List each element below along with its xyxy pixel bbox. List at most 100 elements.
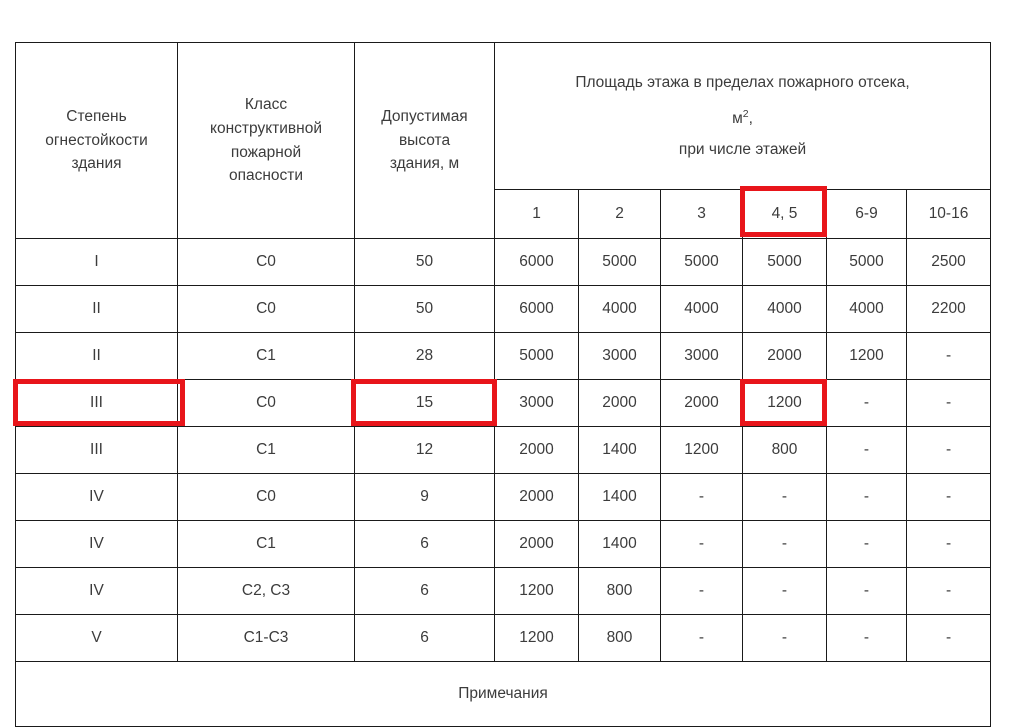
cell-fire-resistance: II — [15, 332, 178, 380]
table-row: IV С0 9 2000 1400 - - - - — [15, 473, 992, 521]
cell-area-2: 1400 — [578, 426, 661, 474]
cell-allowed-height: 50 — [354, 238, 495, 286]
cell-area-1: 2000 — [494, 473, 579, 521]
cell-area-4-5: 1200 — [742, 379, 827, 427]
cell-area-6-9: - — [826, 473, 907, 521]
header-structural-class-line4: опасности — [228, 167, 304, 185]
cell-fire-resistance: IV — [15, 473, 178, 521]
cell-fire-resistance: V — [15, 614, 178, 662]
cell-area-3: 1200 — [660, 426, 743, 474]
header-floor-area-line3: при числе этажей — [678, 140, 807, 158]
table-row: II С1 28 5000 3000 3000 2000 1200 - — [15, 332, 992, 380]
cell-area-4-5: - — [742, 614, 827, 662]
cell-structural-class: С1-С3 — [177, 614, 355, 662]
cell-area-2: 2000 — [578, 379, 661, 427]
header-allowed-height-line3: здания, м — [389, 155, 460, 173]
cell-area-1: 1200 — [494, 567, 579, 615]
cell-area-6-9: - — [826, 614, 907, 662]
cell-area-2: 4000 — [578, 285, 661, 333]
cell-area-1: 5000 — [494, 332, 579, 380]
cell-area-6-9: - — [826, 379, 907, 427]
cell-area-2: 800 — [578, 614, 661, 662]
floor-count-header-2: 2 — [578, 189, 661, 239]
cell-area-1: 2000 — [494, 426, 579, 474]
header-structural-class: Класс конструктивной пожарной опасности — [177, 42, 355, 239]
cell-structural-class: С1 — [177, 520, 355, 568]
cell-area-4-5: 800 — [742, 426, 827, 474]
table-row: II С0 50 6000 4000 4000 4000 4000 2200 — [15, 285, 992, 333]
cell-allowed-height: 6 — [354, 567, 495, 615]
cell-area-2: 1400 — [578, 520, 661, 568]
cell-area-10-16: 2200 — [905, 285, 992, 333]
cell-fire-resistance: II — [15, 285, 178, 333]
floor-count-header-10-16: 10-16 — [905, 189, 992, 239]
cell-area-3: 2000 — [660, 379, 743, 427]
table-row-highlighted: III С0 15 3000 2000 2000 1200 - - — [15, 379, 992, 427]
floor-count-header-3: 3 — [660, 189, 743, 239]
cell-area-3: 4000 — [660, 285, 743, 333]
cell-area-6-9: - — [826, 567, 907, 615]
header-row-main: Степень огнестойкости здания Класс конст… — [15, 42, 992, 239]
cell-area-4-5: - — [742, 473, 827, 521]
notes-label: Примечания — [14, 661, 992, 727]
cell-structural-class: С1 — [177, 332, 355, 380]
cell-allowed-height: 9 — [354, 473, 495, 521]
floor-count-header-1: 1 — [494, 189, 579, 239]
cell-area-3: - — [660, 473, 743, 521]
cell-fire-resistance: III — [15, 426, 178, 474]
cell-area-4-5: 4000 — [742, 285, 827, 333]
cell-area-10-16: - — [905, 473, 992, 521]
table-row: I С0 50 6000 5000 5000 5000 5000 2500 — [15, 238, 992, 286]
header-allowed-height-line1: Допустимая — [381, 108, 468, 126]
cell-allowed-height: 12 — [354, 426, 495, 474]
table-row: IV С1 6 2000 1400 - - - - — [15, 520, 992, 568]
cell-area-1: 6000 — [494, 238, 579, 286]
cell-area-2: 3000 — [578, 332, 661, 380]
cell-area-4-5: 2000 — [742, 332, 827, 380]
cell-structural-class: С0 — [177, 238, 355, 286]
floor-count-header-6-9: 6-9 — [826, 189, 907, 239]
cell-structural-class: С2, С3 — [177, 567, 355, 615]
cell-allowed-height: 15 — [354, 379, 495, 427]
document-sheet: Степень огнестойкости здания Класс конст… — [0, 0, 1019, 727]
cell-area-3: - — [660, 567, 743, 615]
header-fire-resistance-line1: Степень — [66, 108, 127, 126]
header-floor-area-unit-group: м2, — [495, 107, 990, 131]
table-body: I С0 50 6000 5000 5000 5000 5000 2500 II… — [14, 238, 992, 727]
floor-count-header-4-5: 4, 5 — [742, 189, 827, 239]
header-allowed-height: Допустимая высота здания, м — [354, 42, 495, 239]
header-fire-resistance-line2: огнестойкости — [45, 131, 148, 149]
header-structural-class-line2: конструктивной — [210, 119, 322, 137]
header-floor-area-unit: м — [732, 110, 743, 128]
cell-area-2: 1400 — [578, 473, 661, 521]
cell-fire-resistance: IV — [15, 567, 178, 615]
header-structural-class-line1: Класс — [244, 96, 288, 114]
table-header: Степень огнестойкости здания Класс конст… — [15, 42, 992, 239]
cell-area-6-9: 5000 — [826, 238, 907, 286]
cell-area-1: 3000 — [494, 379, 579, 427]
cell-structural-class: С1 — [177, 426, 355, 474]
header-allowed-height-line2: высота — [398, 131, 451, 149]
cell-area-6-9: - — [826, 520, 907, 568]
cell-area-6-9: 1200 — [826, 332, 907, 380]
cell-allowed-height: 6 — [354, 520, 495, 568]
header-structural-class-line3: пожарной — [230, 143, 302, 161]
cell-area-4-5: - — [742, 520, 827, 568]
cell-structural-class: С0 — [177, 379, 355, 427]
cell-area-4-5: - — [742, 567, 827, 615]
cell-area-10-16: - — [905, 332, 992, 380]
cell-allowed-height: 6 — [354, 614, 495, 662]
cell-area-3: 5000 — [660, 238, 743, 286]
cell-fire-resistance: I — [15, 238, 178, 286]
header-floor-area-line1: Площадь этажа в пределах пожарного отсек… — [575, 73, 910, 91]
cell-area-10-16: - — [905, 614, 992, 662]
header-fire-resistance: Степень огнестойкости здания — [15, 42, 178, 239]
cell-area-10-16: - — [905, 567, 992, 615]
cell-structural-class: С0 — [177, 473, 355, 521]
header-floor-area: Площадь этажа в пределах пожарного отсек… — [493, 42, 992, 190]
cell-area-6-9: - — [826, 426, 907, 474]
header-floor-area-unit-comma: , — [748, 110, 753, 128]
header-fire-resistance-line3: здания — [71, 155, 122, 173]
table-row: III С1 12 2000 1400 1200 800 - - — [15, 426, 992, 474]
cell-area-3: - — [660, 614, 743, 662]
